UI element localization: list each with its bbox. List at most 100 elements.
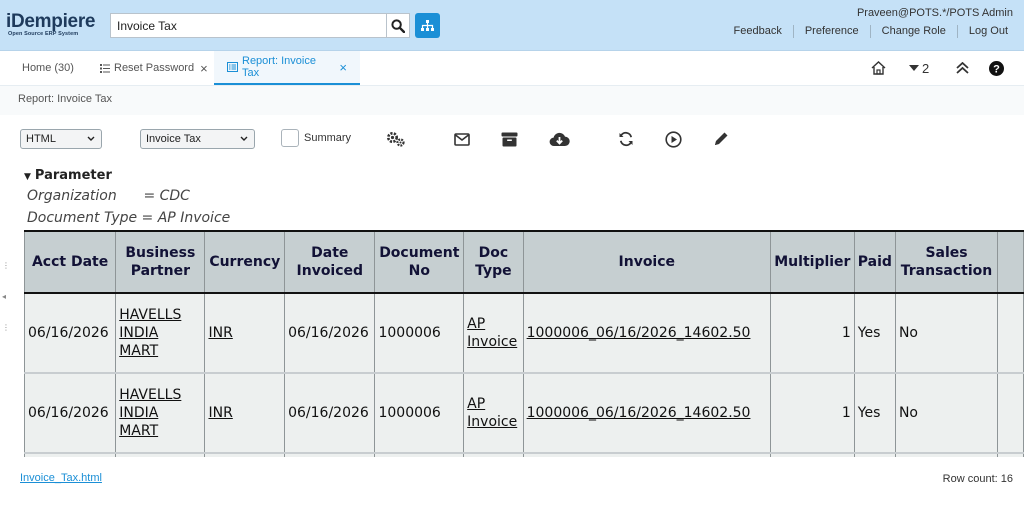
- run-process-button[interactable]: [662, 129, 684, 149]
- parameter-section-toggle[interactable]: ▼ Parameter: [24, 168, 112, 183]
- cell-paid: Yes: [853, 293, 896, 374]
- cell-acct-date: [23, 453, 117, 457]
- re-query-button[interactable]: [615, 129, 637, 149]
- col-header-business-partner: Business Partner: [115, 230, 206, 294]
- send-mail-button[interactable]: [451, 129, 473, 149]
- breadcrumb-bar: Report: Invoice Tax: [0, 85, 1024, 115]
- cell-multiplier: 1: [769, 293, 855, 374]
- export-button[interactable]: [548, 129, 570, 149]
- currency-link[interactable]: INR: [208, 405, 232, 421]
- col-header-doc-type: Doc Type: [463, 230, 524, 294]
- logo-tagline: Open Source ERP System: [8, 31, 79, 37]
- print-format-select-value: Invoice Tax: [146, 133, 201, 145]
- format-select[interactable]: HTML: [20, 129, 102, 149]
- report-file-link[interactable]: Invoice_Tax.html: [20, 472, 102, 484]
- idempiere-logo[interactable]: iDempiere Open Source ERP System: [6, 12, 108, 38]
- invoice-link[interactable]: 1000006_06/16/2026_14602.50: [527, 405, 751, 421]
- cell-acct-date: 06/16/2026: [23, 373, 117, 454]
- global-search-input[interactable]: [110, 13, 387, 38]
- app-header: iDempiere Open Source ERP System Praveen…: [0, 0, 1024, 51]
- report-viewer[interactable]: ▼ Parameter Organization = CDC Document T…: [0, 163, 1024, 457]
- cell-overflow: [997, 373, 1024, 454]
- svg-text:?: ?: [993, 63, 1000, 75]
- cell-currency: INR: [204, 373, 286, 454]
- home-button[interactable]: [871, 51, 886, 85]
- preference-link[interactable]: Preference: [794, 24, 871, 38]
- tab-label: Home (30): [22, 62, 74, 74]
- tab-label: Reset Password: [114, 62, 195, 74]
- table-row: [23, 453, 1024, 457]
- table-header-row: Acct Date Business Partner Currency Date I…: [23, 230, 1024, 294]
- business-partner-link[interactable]: HAVELLS INDIA MART: [119, 387, 181, 439]
- doc-type-link[interactable]: AP Invoice: [467, 316, 517, 350]
- close-icon[interactable]: ×: [200, 62, 208, 75]
- list-icon: [100, 63, 110, 73]
- search-button[interactable]: [386, 13, 410, 38]
- cell-currency: INR: [204, 293, 286, 374]
- col-header-overflow: [997, 230, 1024, 294]
- envelope-icon: [454, 132, 470, 146]
- change-role-link[interactable]: Change Role: [871, 24, 958, 38]
- header-links: Feedback Preference Change Role Log Out: [723, 24, 1008, 38]
- cell-sales-transaction: No: [894, 373, 999, 454]
- help-icon: ?: [989, 60, 1004, 76]
- chevron-down-icon: [87, 136, 95, 141]
- table-row: 06/16/2026 HAVELLS INDIA MART INR 06/16/2…: [23, 373, 1024, 454]
- cloud-download-icon: [549, 132, 570, 146]
- log-out-link[interactable]: Log Out: [958, 25, 1008, 38]
- user-info[interactable]: Praveen@POTS.*/POTS Admin: [857, 7, 1013, 19]
- cell-document-no: 1000006: [374, 293, 465, 374]
- window-count: 2: [922, 60, 930, 76]
- cell-paid: Yes: [853, 373, 896, 454]
- doc-type-link[interactable]: AP Invoice: [467, 396, 517, 430]
- search-icon: [391, 18, 405, 33]
- close-icon[interactable]: ×: [339, 61, 347, 74]
- business-partner-link[interactable]: HAVELLS INDIA MART: [119, 307, 181, 359]
- refresh-icon: [619, 131, 633, 147]
- col-header-sales-transaction: Sales Transaction: [894, 230, 999, 294]
- currency-link[interactable]: INR: [208, 325, 232, 341]
- parameter-title: Parameter: [34, 168, 112, 183]
- cell-document-no: 1000006: [374, 373, 465, 454]
- cell-doc-type: AP Invoice: [463, 373, 524, 454]
- triangle-down-icon: ▼: [24, 172, 31, 182]
- logo-text: iDempiere: [6, 11, 96, 32]
- archive-button[interactable]: [498, 129, 520, 149]
- cell-invoice: 1000006_06/16/2026_14602.50: [522, 373, 771, 454]
- customize-button[interactable]: [385, 129, 407, 149]
- cell-multiplier: 1: [769, 373, 855, 454]
- feedback-link[interactable]: Feedback: [723, 24, 794, 38]
- sitemap-icon: [421, 19, 434, 31]
- cell-sales-transaction: No: [894, 293, 999, 374]
- row-count: Row count: 16: [942, 473, 1013, 485]
- help-button[interactable]: ?: [989, 51, 1004, 85]
- cell-business-partner: HAVELLS INDIA MART: [115, 293, 206, 374]
- double-chevron-up-icon: [956, 62, 969, 74]
- format-select-value: HTML: [26, 133, 56, 145]
- window-switch-button[interactable]: 2: [909, 51, 929, 85]
- cell-date-invoiced: 06/16/2026: [284, 293, 376, 374]
- archive-icon: [501, 132, 517, 146]
- summary-checkbox[interactable]: [281, 129, 299, 147]
- report-icon: [227, 62, 238, 72]
- splitter-handle[interactable]: ⋮ ◂ ⋮: [2, 250, 10, 343]
- menu-tree-button[interactable]: [415, 13, 440, 38]
- col-header-document-no: Document No: [374, 230, 465, 294]
- collapse-header-button[interactable]: [956, 51, 969, 85]
- play-icon: [664, 130, 682, 148]
- home-icon: [871, 61, 886, 75]
- tab-reset-password[interactable]: Reset Password ×: [92, 51, 216, 85]
- cell-acct-date: 06/16/2026: [23, 293, 117, 374]
- cell-invoice: 1000006_06/16/2026_14602.50: [522, 293, 771, 374]
- gears-icon: [387, 132, 405, 147]
- print-format-select[interactable]: Invoice Tax: [140, 129, 255, 149]
- col-header-multiplier: Multiplier: [769, 230, 855, 294]
- tab-label: Report: Invoice Tax: [242, 55, 316, 79]
- tab-report-invoice-tax[interactable]: Report: Invoice Tax ×: [214, 51, 360, 85]
- col-header-paid: Paid: [853, 230, 896, 294]
- tab-home[interactable]: Home (30): [14, 51, 82, 85]
- breadcrumb: Report: Invoice Tax: [18, 93, 112, 105]
- invoice-link[interactable]: 1000006_06/16/2026_14602.50: [527, 325, 751, 341]
- edit-report-button[interactable]: [710, 129, 732, 149]
- report-table: Acct Date Business Partner Currency Date I…: [23, 230, 1024, 457]
